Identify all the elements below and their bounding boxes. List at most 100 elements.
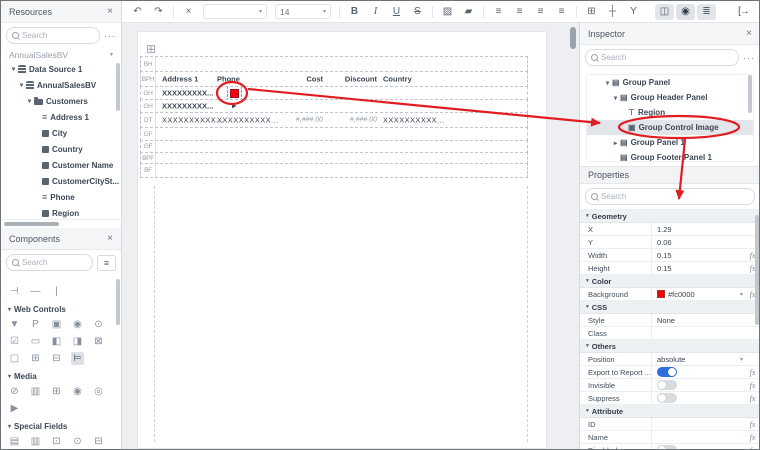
property-value-x[interactable]: 1.29 xyxy=(652,223,745,235)
treeview-icon[interactable]: ⊨ xyxy=(71,352,84,365)
table-grid-button[interactable]: ┼ xyxy=(603,4,622,20)
paragraph-icon[interactable]: P xyxy=(29,318,42,331)
group-toggle-arrow-icon[interactable]: ▶ xyxy=(232,103,237,110)
tree-item-customer-name[interactable]: Customer Name xyxy=(1,157,121,173)
tree-item-data-source-1[interactable]: ▾Data Source 1 xyxy=(1,61,121,77)
components-section-special-fields[interactable]: ▾Special Fields xyxy=(8,419,121,433)
property-value-id[interactable] xyxy=(652,418,745,430)
italic-button[interactable]: I xyxy=(366,4,385,20)
fx-expression-button[interactable]: fx xyxy=(745,366,760,378)
band-content-gh-3[interactable]: XXXXXXXXX... ▶ xyxy=(156,100,527,112)
table-borders-button[interactable]: ⊞ xyxy=(582,4,601,20)
redo-button[interactable]: ↷ xyxy=(149,4,168,20)
property-value-width[interactable]: 0.15 xyxy=(652,249,745,261)
line-vertical-icon[interactable]: | xyxy=(50,285,63,298)
report-page[interactable]: ⊞ BHBPHAddress 1PhoneCostDiscountCountry… xyxy=(137,31,547,449)
bold-button[interactable]: B xyxy=(345,4,364,20)
column-header-cost[interactable]: Cost xyxy=(274,75,323,84)
align-center-button[interactable]: ≡ xyxy=(510,4,529,20)
property-value-style[interactable]: None xyxy=(652,314,745,326)
tree-item-city[interactable]: City xyxy=(1,125,121,141)
properties-search-input[interactable] xyxy=(601,192,749,201)
band-content-gf-5[interactable] xyxy=(156,128,527,140)
toggle-suppress-off[interactable] xyxy=(657,393,677,403)
band-content-bph-1[interactable]: Address 1PhoneCostDiscountCountry xyxy=(156,72,527,86)
exit-designer-button[interactable]: [→ xyxy=(734,4,753,20)
red-image-control[interactable] xyxy=(230,89,239,98)
table-move-handle-icon[interactable]: ⊞ xyxy=(146,43,156,55)
properties-scrollbar[interactable] xyxy=(755,215,759,325)
tree-expander-icon[interactable]: ▾ xyxy=(9,65,18,73)
property-section-others[interactable]: ▾Others xyxy=(580,340,760,353)
design-canvas[interactable]: ⊞ BHBPHAddress 1PhoneCostDiscountCountry… xyxy=(122,23,579,449)
clear-format-button[interactable]: × xyxy=(179,4,198,20)
band-row-bf-8[interactable]: BF xyxy=(140,163,528,178)
audio-icon[interactable]: ◨ xyxy=(71,335,84,348)
inspector-tree-item-group-header-panel[interactable]: ▾▤Group Header Panel xyxy=(587,90,753,105)
property-value-invisible[interactable] xyxy=(652,379,745,391)
band-content-bpf-7[interactable] xyxy=(156,153,527,163)
tree-item-customers[interactable]: ▾Customers xyxy=(1,93,121,109)
button-icon[interactable]: ◉ xyxy=(71,318,84,331)
property-value-background[interactable]: #fc0000▾ xyxy=(652,288,745,300)
page-template-icon[interactable]: ⊟ xyxy=(92,435,105,448)
property-section-css[interactable]: ▾CSS xyxy=(580,301,760,314)
thumbnail-icon[interactable]: ▥ xyxy=(29,385,42,398)
property-value-height[interactable]: 0.15 xyxy=(652,262,745,274)
tree-expander-icon[interactable]: ▾ xyxy=(611,94,620,102)
column-header-phone[interactable]: Phone xyxy=(217,75,240,84)
fx-expression-button[interactable]: fx xyxy=(745,444,760,449)
tree-expander-icon[interactable]: ▾ xyxy=(17,81,26,89)
align-left-button[interactable]: ≡ xyxy=(489,4,508,20)
band-row-dt-4[interactable]: DTXXXXXXXXXX...XXXXXXXXXX...#,###.00#,##… xyxy=(140,112,528,128)
band-content-gh-2[interactable]: XXXXXXXXX... xyxy=(156,87,527,99)
layout-mode-button[interactable]: ◫ xyxy=(655,4,674,20)
globe-preview-button[interactable]: ◉ xyxy=(676,4,695,20)
line-horizontal-icon[interactable]: — xyxy=(29,285,42,298)
band-content-bh-0[interactable] xyxy=(156,57,527,71)
tree-item-customercityst[interactable]: CustomerCitySt... xyxy=(1,173,121,189)
group-header-2-text[interactable]: XXXXXXXXX... xyxy=(162,102,213,111)
font-size-select[interactable]: 14▾ xyxy=(275,4,331,19)
property-value-position[interactable]: absolute▾ xyxy=(652,353,745,365)
band-content-dt-4[interactable]: XXXXXXXXXX...XXXXXXXXXX...#,###.00#,###.… xyxy=(156,113,527,127)
band-row-bh-0[interactable]: BH xyxy=(140,56,528,72)
detail-cell-2[interactable]: #,###.00 xyxy=(274,117,323,124)
radio-button-icon[interactable]: ⊙ xyxy=(92,318,105,331)
fill-color-button[interactable]: ▨ xyxy=(438,4,457,20)
chevron-down-icon[interactable]: ▾ xyxy=(740,356,743,363)
list-view-button[interactable]: ≣ xyxy=(697,4,716,20)
tree-item-address-1[interactable]: ≡Address 1 xyxy=(1,109,121,125)
undo-button[interactable]: ↶ xyxy=(128,4,147,20)
close-icon[interactable]: × xyxy=(107,233,113,244)
page-number-icon[interactable]: ▤ xyxy=(8,435,21,448)
time-field-icon[interactable]: ⊙ xyxy=(71,435,84,448)
band-content-gf-6[interactable] xyxy=(156,141,527,152)
font-family-select[interactable]: ▾ xyxy=(203,4,267,19)
components-section-web-controls[interactable]: ▾Web Controls xyxy=(8,302,121,316)
more-menu-icon[interactable]: ··· xyxy=(743,53,755,63)
property-section-geometry[interactable]: ▾Geometry xyxy=(580,210,760,223)
band-row-bpf-7[interactable]: BPF xyxy=(140,152,528,164)
align-justify-button[interactable]: ≡ xyxy=(552,4,571,20)
lock-icon[interactable]: ⊠ xyxy=(92,335,105,348)
grid-panel-icon[interactable]: ⊞ xyxy=(29,352,42,365)
visibility-icon[interactable]: ◎ xyxy=(92,385,105,398)
detail-cell-1[interactable]: XXXXXXXXXX... xyxy=(217,116,278,125)
tree-expander-icon[interactable]: ▸ xyxy=(611,139,620,147)
column-header-address-1[interactable]: Address 1 xyxy=(162,75,198,84)
align-right-button[interactable]: ≡ xyxy=(531,4,550,20)
checkbox-icon[interactable]: ☑ xyxy=(8,335,21,348)
textbox-icon[interactable]: ◧ xyxy=(50,335,63,348)
band-row-gh-2[interactable]: GHXXXXXXXXX... xyxy=(140,86,528,100)
page-count-icon[interactable]: ▥ xyxy=(29,435,42,448)
play-icon[interactable]: ▶ xyxy=(8,402,21,415)
column-header-discount[interactable]: Discount xyxy=(328,75,377,84)
band-row-bph-1[interactable]: BPHAddress 1PhoneCostDiscountCountry xyxy=(140,71,528,87)
property-value-name[interactable] xyxy=(652,431,745,443)
toggle-invisible-off[interactable] xyxy=(657,380,677,390)
components-layout-menu-icon[interactable]: ≡ xyxy=(97,255,116,271)
more-menu-icon[interactable]: ··· xyxy=(104,31,116,41)
richtext-icon[interactable]: ▣ xyxy=(50,318,63,331)
color-swatch[interactable] xyxy=(657,290,665,298)
